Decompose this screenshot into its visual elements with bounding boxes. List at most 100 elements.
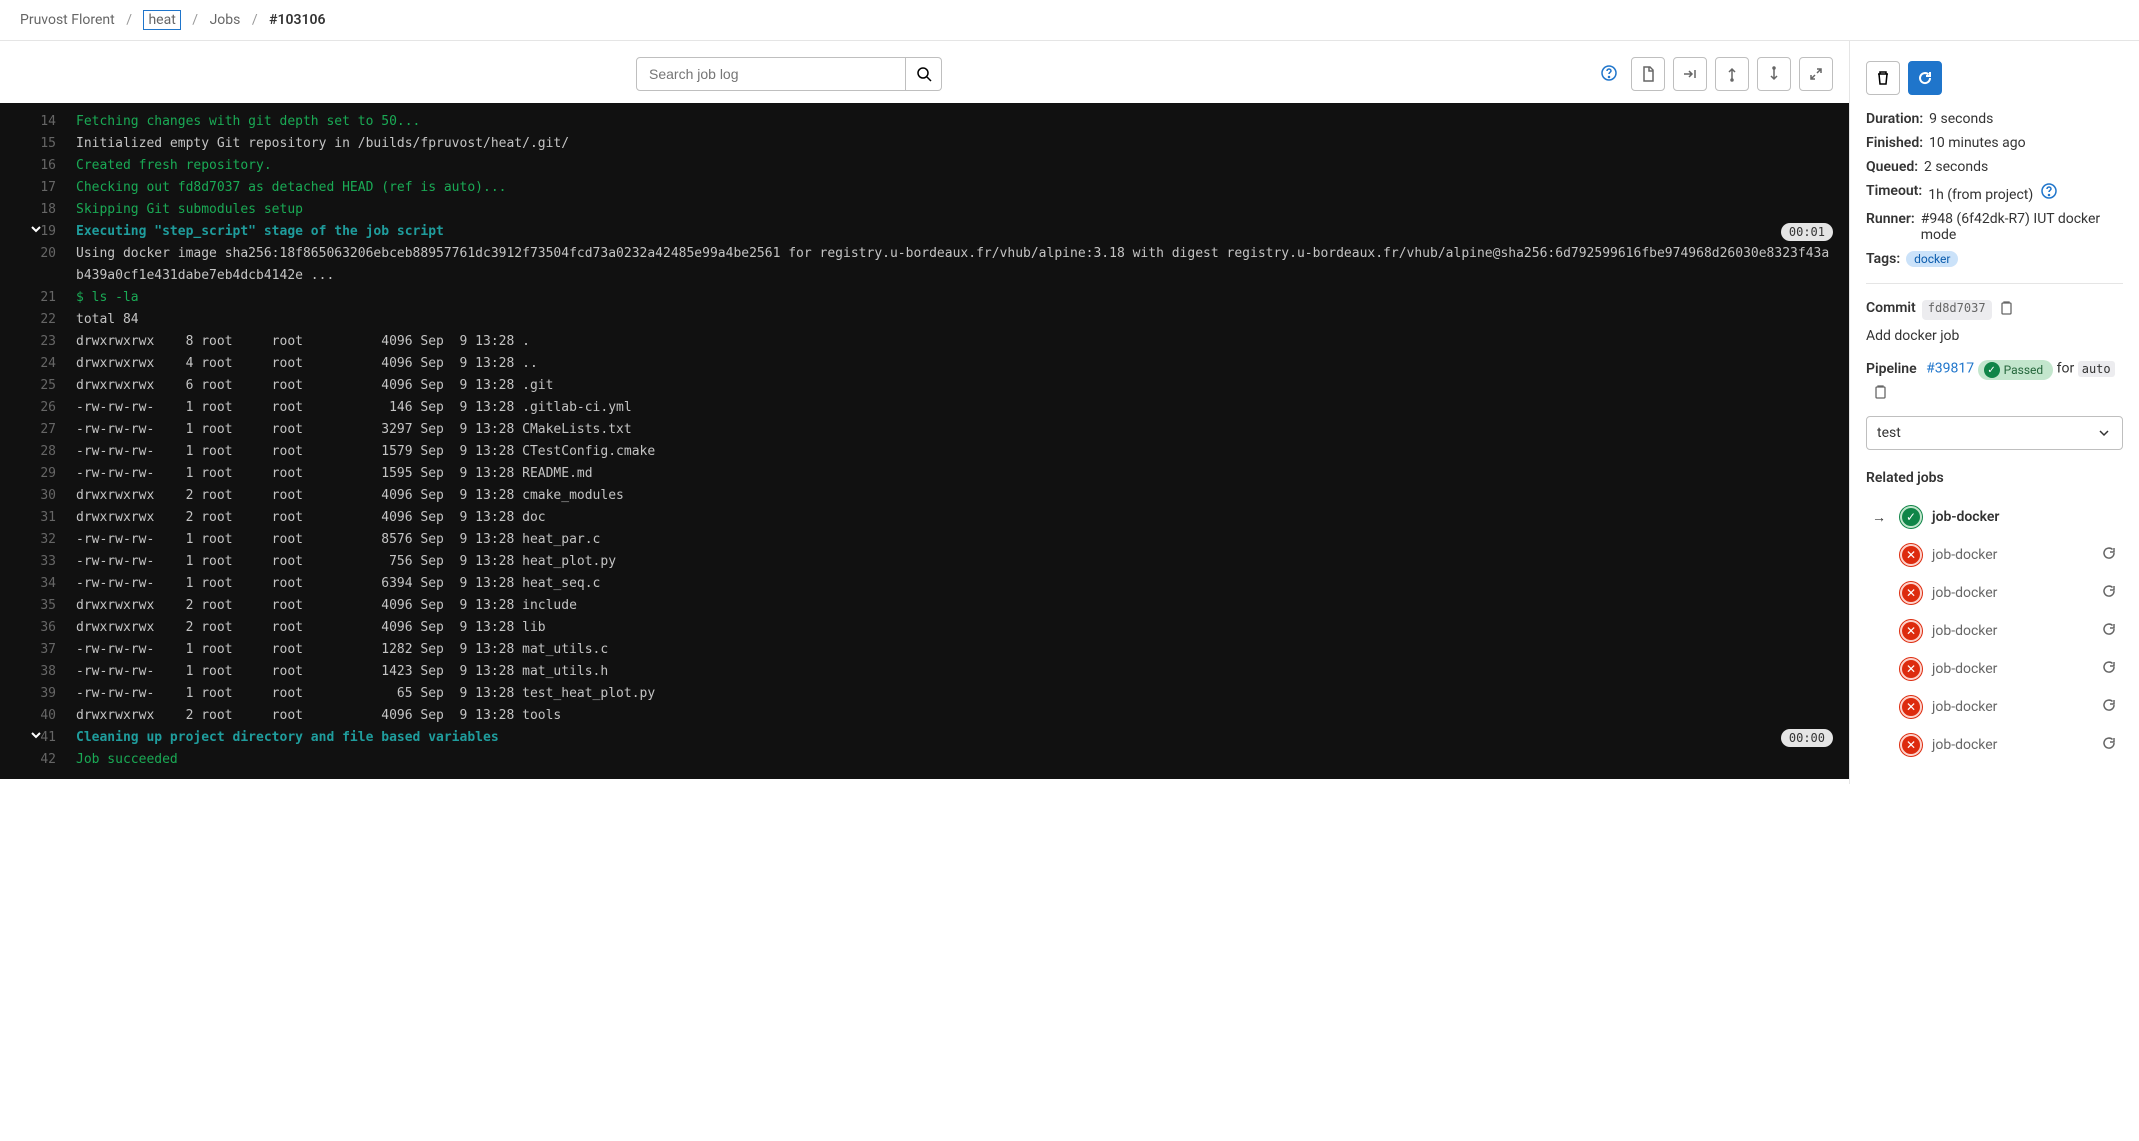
- log-line-number[interactable]: 29: [16, 463, 56, 485]
- section-duration: 00:00: [1781, 729, 1833, 747]
- related-job-item[interactable]: ✕job-docker: [1866, 536, 2123, 574]
- log-line-text: Job succeeded: [76, 749, 1833, 771]
- log-line-number[interactable]: 39: [16, 683, 56, 705]
- breadcrumb: Pruvost Florent / heat / Jobs / #103106: [0, 0, 2139, 41]
- log-line: 15 Initialized empty Git repository in /b…: [0, 133, 1849, 155]
- log-line: 34-rw-rw-rw- 1 root root 6394 Sep 9 13:2…: [0, 573, 1849, 595]
- timeout-help-icon[interactable]: [2041, 187, 2057, 203]
- runner-label: Runner:: [1866, 211, 1915, 243]
- commit-sha[interactable]: fd8d7037: [1922, 300, 1992, 320]
- job-name: job-docker: [1932, 547, 2091, 563]
- log-line: 33-rw-rw-rw- 1 root root 756 Sep 9 13:28…: [0, 551, 1849, 573]
- raw-button[interactable]: [1631, 57, 1665, 91]
- log-line-number[interactable]: 25: [16, 375, 56, 397]
- scroll-top-button[interactable]: [1715, 57, 1749, 91]
- scroll-down-button[interactable]: [1757, 57, 1791, 91]
- related-job-item[interactable]: ✕job-docker: [1866, 726, 2123, 764]
- search-button[interactable]: [906, 57, 942, 91]
- log-line: 41Cleaning up project directory and file…: [0, 727, 1849, 749]
- expand-icon: [1808, 66, 1824, 82]
- retry-job-icon[interactable]: [2101, 621, 2117, 641]
- copy-commit-button[interactable]: [1998, 300, 2014, 320]
- log-line-number[interactable]: 22: [16, 309, 56, 331]
- log-line-number[interactable]: 27: [16, 419, 56, 441]
- related-job-item[interactable]: →✓job-docker: [1866, 498, 2123, 536]
- retry-job-icon[interactable]: [2101, 735, 2117, 755]
- retry-job-icon[interactable]: [2101, 659, 2117, 679]
- search-input[interactable]: [636, 57, 906, 91]
- log-line-text: drwxrwxrwx 2 root root 4096 Sep 9 13:28 …: [76, 705, 1833, 727]
- breadcrumb-project[interactable]: heat: [143, 10, 180, 30]
- log-line-number[interactable]: 31: [16, 507, 56, 529]
- log-line-number[interactable]: 21: [16, 287, 56, 309]
- log-line-number[interactable]: 23: [16, 331, 56, 353]
- help-button[interactable]: [1595, 65, 1623, 84]
- log-line-number[interactable]: 24: [16, 353, 56, 375]
- stage-dropdown[interactable]: test: [1866, 416, 2123, 450]
- timeout-label: Timeout:: [1866, 183, 1922, 203]
- log-line-number[interactable]: 38: [16, 661, 56, 683]
- related-job-item[interactable]: ✕job-docker: [1866, 612, 2123, 650]
- log-line-text: Checking out fd8d7037 as detached HEAD (…: [76, 177, 1833, 199]
- related-job-item[interactable]: ✕ job-docker: [1866, 688, 2123, 726]
- log-line-text: drwxrwxrwx 2 root root 4096 Sep 9 13:28 …: [76, 485, 1833, 507]
- breadcrumb-owner[interactable]: Pruvost Florent: [20, 12, 115, 28]
- breadcrumb-jobs[interactable]: Jobs: [210, 12, 241, 28]
- log-line-number[interactable]: 42: [16, 749, 56, 771]
- retry-job-icon[interactable]: [2101, 583, 2117, 603]
- log-line-number[interactable]: 17: [16, 177, 56, 199]
- log-line-text: total 84: [76, 309, 1833, 331]
- retry-icon: [1917, 70, 1933, 86]
- log-line-number[interactable]: 18: [16, 199, 56, 221]
- log-line-number[interactable]: 34: [16, 573, 56, 595]
- log-line-number[interactable]: 20: [16, 243, 56, 287]
- retry-job-icon[interactable]: [2101, 545, 2117, 565]
- pipeline-label: Pipeline: [1866, 361, 1917, 377]
- related-job-item[interactable]: ✕job-docker: [1866, 574, 2123, 612]
- tag-docker[interactable]: docker: [1906, 251, 1958, 267]
- related-job-item[interactable]: ✕job-docker: [1866, 650, 2123, 688]
- log-line-number[interactable]: 40: [16, 705, 56, 727]
- status-failed-icon: ✕: [1900, 620, 1922, 642]
- document-icon: [1640, 66, 1656, 82]
- retry-job-icon[interactable]: [2101, 697, 2117, 717]
- pipeline-ref[interactable]: auto: [2078, 361, 2115, 377]
- log-line-number[interactable]: 33: [16, 551, 56, 573]
- collapse-chevron-icon[interactable]: [28, 221, 44, 245]
- log-line-number[interactable]: 32: [16, 529, 56, 551]
- log-line: 38-rw-rw-rw- 1 root root 1423 Sep 9 13:2…: [0, 661, 1849, 683]
- section-duration: 00:01: [1781, 223, 1833, 241]
- status-passed-icon: ✓: [1900, 506, 1922, 528]
- log-line-text: -rw-rw-rw- 1 root root 146 Sep 9 13:28 .…: [76, 397, 1833, 419]
- clipboard-icon: [1872, 384, 1888, 400]
- pipeline-link[interactable]: #39817: [1926, 361, 1974, 377]
- log-line-number[interactable]: 30: [16, 485, 56, 507]
- job-name: job-docker: [1932, 699, 2091, 715]
- log-line-text: -rw-rw-rw- 1 root root 1595 Sep 9 13:28 …: [76, 463, 1833, 485]
- log-line-number[interactable]: 26: [16, 397, 56, 419]
- log-line-number[interactable]: 14: [16, 111, 56, 133]
- log-line-number[interactable]: 36: [16, 617, 56, 639]
- retry-job-button[interactable]: [1908, 61, 1942, 95]
- log-line-number[interactable]: 15: [16, 133, 56, 155]
- copy-ref-button[interactable]: [1872, 388, 1888, 404]
- log-line-number[interactable]: 35: [16, 595, 56, 617]
- log-line: 22 total 84: [0, 309, 1849, 331]
- log-line-number[interactable]: 16: [16, 155, 56, 177]
- fullscreen-button[interactable]: [1799, 57, 1833, 91]
- status-failed-icon: ✕: [1900, 696, 1922, 718]
- trash-icon: [1875, 70, 1891, 86]
- status-failed-icon: ✕: [1900, 734, 1922, 756]
- pipeline-status-badge: ✓ Passed: [1978, 360, 2054, 380]
- stage-selected-value: test: [1877, 425, 1901, 441]
- breadcrumb-separator: /: [252, 12, 258, 28]
- log-line-text: Initialized empty Git repository in /bui…: [76, 133, 1833, 155]
- arrow-up-icon: [1724, 66, 1740, 82]
- erase-job-button[interactable]: [1866, 61, 1900, 95]
- log-line-number[interactable]: 37: [16, 639, 56, 661]
- scroll-bottom-button[interactable]: [1673, 57, 1707, 91]
- log-line-text: drwxrwxrwx 4 root root 4096 Sep 9 13:28 …: [76, 353, 1833, 375]
- collapse-chevron-icon[interactable]: [28, 727, 44, 751]
- log-line-number[interactable]: 28: [16, 441, 56, 463]
- duration-label: Duration:: [1866, 111, 1923, 127]
